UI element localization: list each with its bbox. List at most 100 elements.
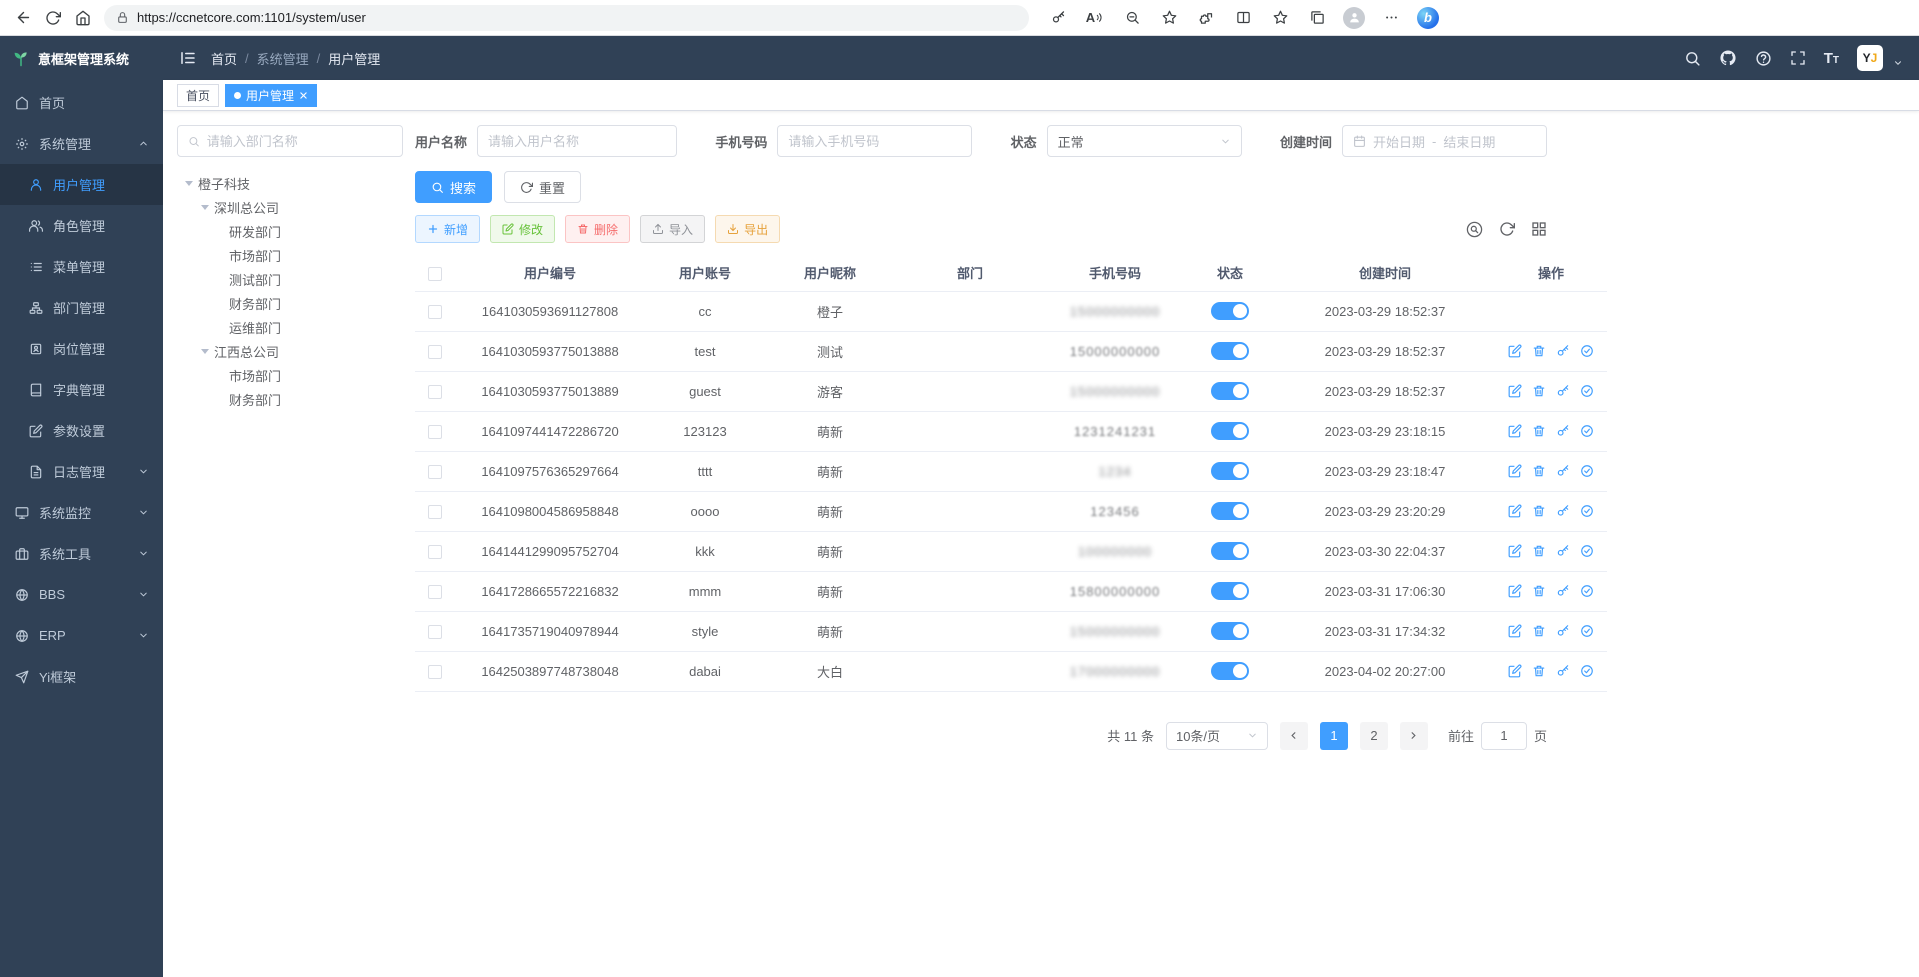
tree-node-company[interactable]: 橙子科技 — [177, 171, 403, 195]
sidebar-item-home[interactable]: 首页 — [0, 82, 163, 123]
edit-user-icon[interactable] — [1508, 664, 1522, 678]
assign-role-icon[interactable] — [1580, 544, 1594, 558]
sidebar-item-dict-mgmt[interactable]: 字典管理 — [0, 369, 163, 410]
copilot-button[interactable]: b — [1413, 4, 1443, 32]
assign-role-icon[interactable] — [1580, 344, 1594, 358]
next-page-button[interactable] — [1400, 722, 1428, 750]
table-row[interactable]: 1641098004586958848 oooo 萌新 123456 2023-… — [415, 491, 1607, 531]
status-select[interactable]: 正常 — [1047, 125, 1242, 157]
user-avatar-button[interactable]: YJ — [1857, 45, 1883, 71]
edit-button[interactable]: 修改 — [490, 215, 555, 243]
favorites-bar-button[interactable] — [1265, 4, 1295, 32]
phone-field[interactable] — [777, 125, 972, 157]
sidebar-toggle-button[interactable] — [179, 49, 197, 67]
collections-button[interactable] — [1302, 4, 1332, 32]
table-row[interactable]: 1641735719040978944 style 萌新 15000000000… — [415, 611, 1607, 651]
row-checkbox[interactable] — [428, 665, 442, 679]
edit-user-icon[interactable] — [1508, 384, 1522, 398]
sidebar-item-post-mgmt[interactable]: 岗位管理 — [0, 328, 163, 369]
goto-page-input[interactable] — [1481, 722, 1527, 750]
sidebar-item-tools[interactable]: 系统工具 — [0, 533, 163, 574]
extensions-button[interactable] — [1191, 4, 1221, 32]
table-row[interactable]: 1641097441472286720 123123 萌新 1231241231… — [415, 411, 1607, 451]
row-checkbox[interactable] — [428, 345, 442, 359]
fullscreen-button[interactable] — [1790, 50, 1806, 66]
avatar-caret-down-icon[interactable] — [1893, 58, 1903, 68]
row-checkbox[interactable] — [428, 305, 442, 319]
row-checkbox[interactable] — [428, 625, 442, 639]
select-all-checkbox[interactable] — [428, 267, 442, 281]
phone-input[interactable] — [788, 134, 961, 149]
sidebar-item-menu-mgmt[interactable]: 菜单管理 — [0, 246, 163, 287]
address-bar[interactable]: https://ccnetcore.com:1101/system/user — [104, 5, 1029, 31]
assign-role-icon[interactable] — [1580, 624, 1594, 638]
reset-password-icon[interactable] — [1556, 664, 1570, 678]
edit-user-icon[interactable] — [1508, 624, 1522, 638]
status-toggle[interactable] — [1211, 342, 1249, 360]
delete-user-icon[interactable] — [1532, 384, 1546, 398]
table-row[interactable]: 1641441299095752704 kkk 萌新 100000000 202… — [415, 531, 1607, 571]
assign-role-icon[interactable] — [1580, 424, 1594, 438]
row-checkbox[interactable] — [428, 585, 442, 599]
reset-password-icon[interactable] — [1556, 424, 1570, 438]
status-toggle[interactable] — [1211, 462, 1249, 480]
tree-node-branch[interactable]: 江西总公司 — [177, 339, 403, 363]
header-search-button[interactable] — [1684, 50, 1701, 67]
status-toggle[interactable] — [1211, 662, 1249, 680]
table-row[interactable]: 1641097576365297664 tttt 萌新 1234 2023-03… — [415, 451, 1607, 491]
split-screen-button[interactable] — [1228, 4, 1258, 32]
prev-page-button[interactable] — [1280, 722, 1308, 750]
sidebar-item-monitor[interactable]: 系统监控 — [0, 492, 163, 533]
edit-user-icon[interactable] — [1508, 504, 1522, 518]
row-checkbox[interactable] — [428, 465, 442, 479]
font-size-button[interactable]: TT — [1824, 50, 1839, 67]
reset-password-icon[interactable] — [1556, 464, 1570, 478]
department-search-input[interactable] — [207, 134, 392, 149]
department-search[interactable] — [177, 125, 403, 157]
tree-node-dept[interactable]: 运维部门 — [177, 315, 403, 339]
delete-user-icon[interactable] — [1532, 424, 1546, 438]
read-aloud-button[interactable]: A — [1080, 4, 1110, 32]
sidebar-item-system[interactable]: 系统管理 — [0, 123, 163, 164]
sidebar-item-param-settings[interactable]: 参数设置 — [0, 410, 163, 451]
delete-user-icon[interactable] — [1532, 464, 1546, 478]
reset-password-icon[interactable] — [1556, 384, 1570, 398]
delete-user-icon[interactable] — [1532, 544, 1546, 558]
breadcrumb-home[interactable]: 首页 — [211, 49, 237, 68]
edit-user-icon[interactable] — [1508, 424, 1522, 438]
caret-down-icon[interactable] — [201, 349, 209, 354]
browser-refresh-button[interactable] — [38, 4, 68, 32]
caret-down-icon[interactable] — [201, 205, 209, 210]
tree-node-dept[interactable]: 研发部门 — [177, 219, 403, 243]
sidebar-item-erp[interactable]: ERP — [0, 615, 163, 656]
status-toggle[interactable] — [1211, 582, 1249, 600]
refresh-table-button[interactable] — [1499, 221, 1515, 237]
delete-user-icon[interactable] — [1532, 504, 1546, 518]
reset-password-icon[interactable] — [1556, 504, 1570, 518]
delete-user-icon[interactable] — [1532, 664, 1546, 678]
tree-node-dept[interactable]: 市场部门 — [177, 243, 403, 267]
tree-node-dept[interactable]: 财务部门 — [177, 291, 403, 315]
table-row[interactable]: 1641030593775013889 guest 游客 15000000000… — [415, 371, 1607, 411]
export-button[interactable]: 导出 — [715, 215, 780, 243]
edit-user-icon[interactable] — [1508, 344, 1522, 358]
import-button[interactable]: 导入 — [640, 215, 705, 243]
browser-back-button[interactable] — [8, 4, 38, 32]
sidebar-item-log-mgmt[interactable]: 日志管理 — [0, 451, 163, 492]
tree-node-branch[interactable]: 深圳总公司 — [177, 195, 403, 219]
browser-key-button[interactable] — [1043, 4, 1073, 32]
tree-node-dept[interactable]: 市场部门 — [177, 363, 403, 387]
delete-user-icon[interactable] — [1532, 624, 1546, 638]
github-button[interactable] — [1719, 49, 1737, 67]
page-size-select[interactable]: 10条/页 — [1166, 722, 1268, 750]
status-toggle[interactable] — [1211, 542, 1249, 560]
add-favorite-button[interactable] — [1154, 4, 1184, 32]
status-toggle[interactable] — [1211, 382, 1249, 400]
add-button[interactable]: 新增 — [415, 215, 480, 243]
sidebar-item-dept-mgmt[interactable]: 部门管理 — [0, 287, 163, 328]
assign-role-icon[interactable] — [1580, 384, 1594, 398]
status-toggle[interactable] — [1211, 622, 1249, 640]
browser-home-button[interactable] — [68, 4, 98, 32]
row-checkbox[interactable] — [428, 425, 442, 439]
reset-password-icon[interactable] — [1556, 544, 1570, 558]
